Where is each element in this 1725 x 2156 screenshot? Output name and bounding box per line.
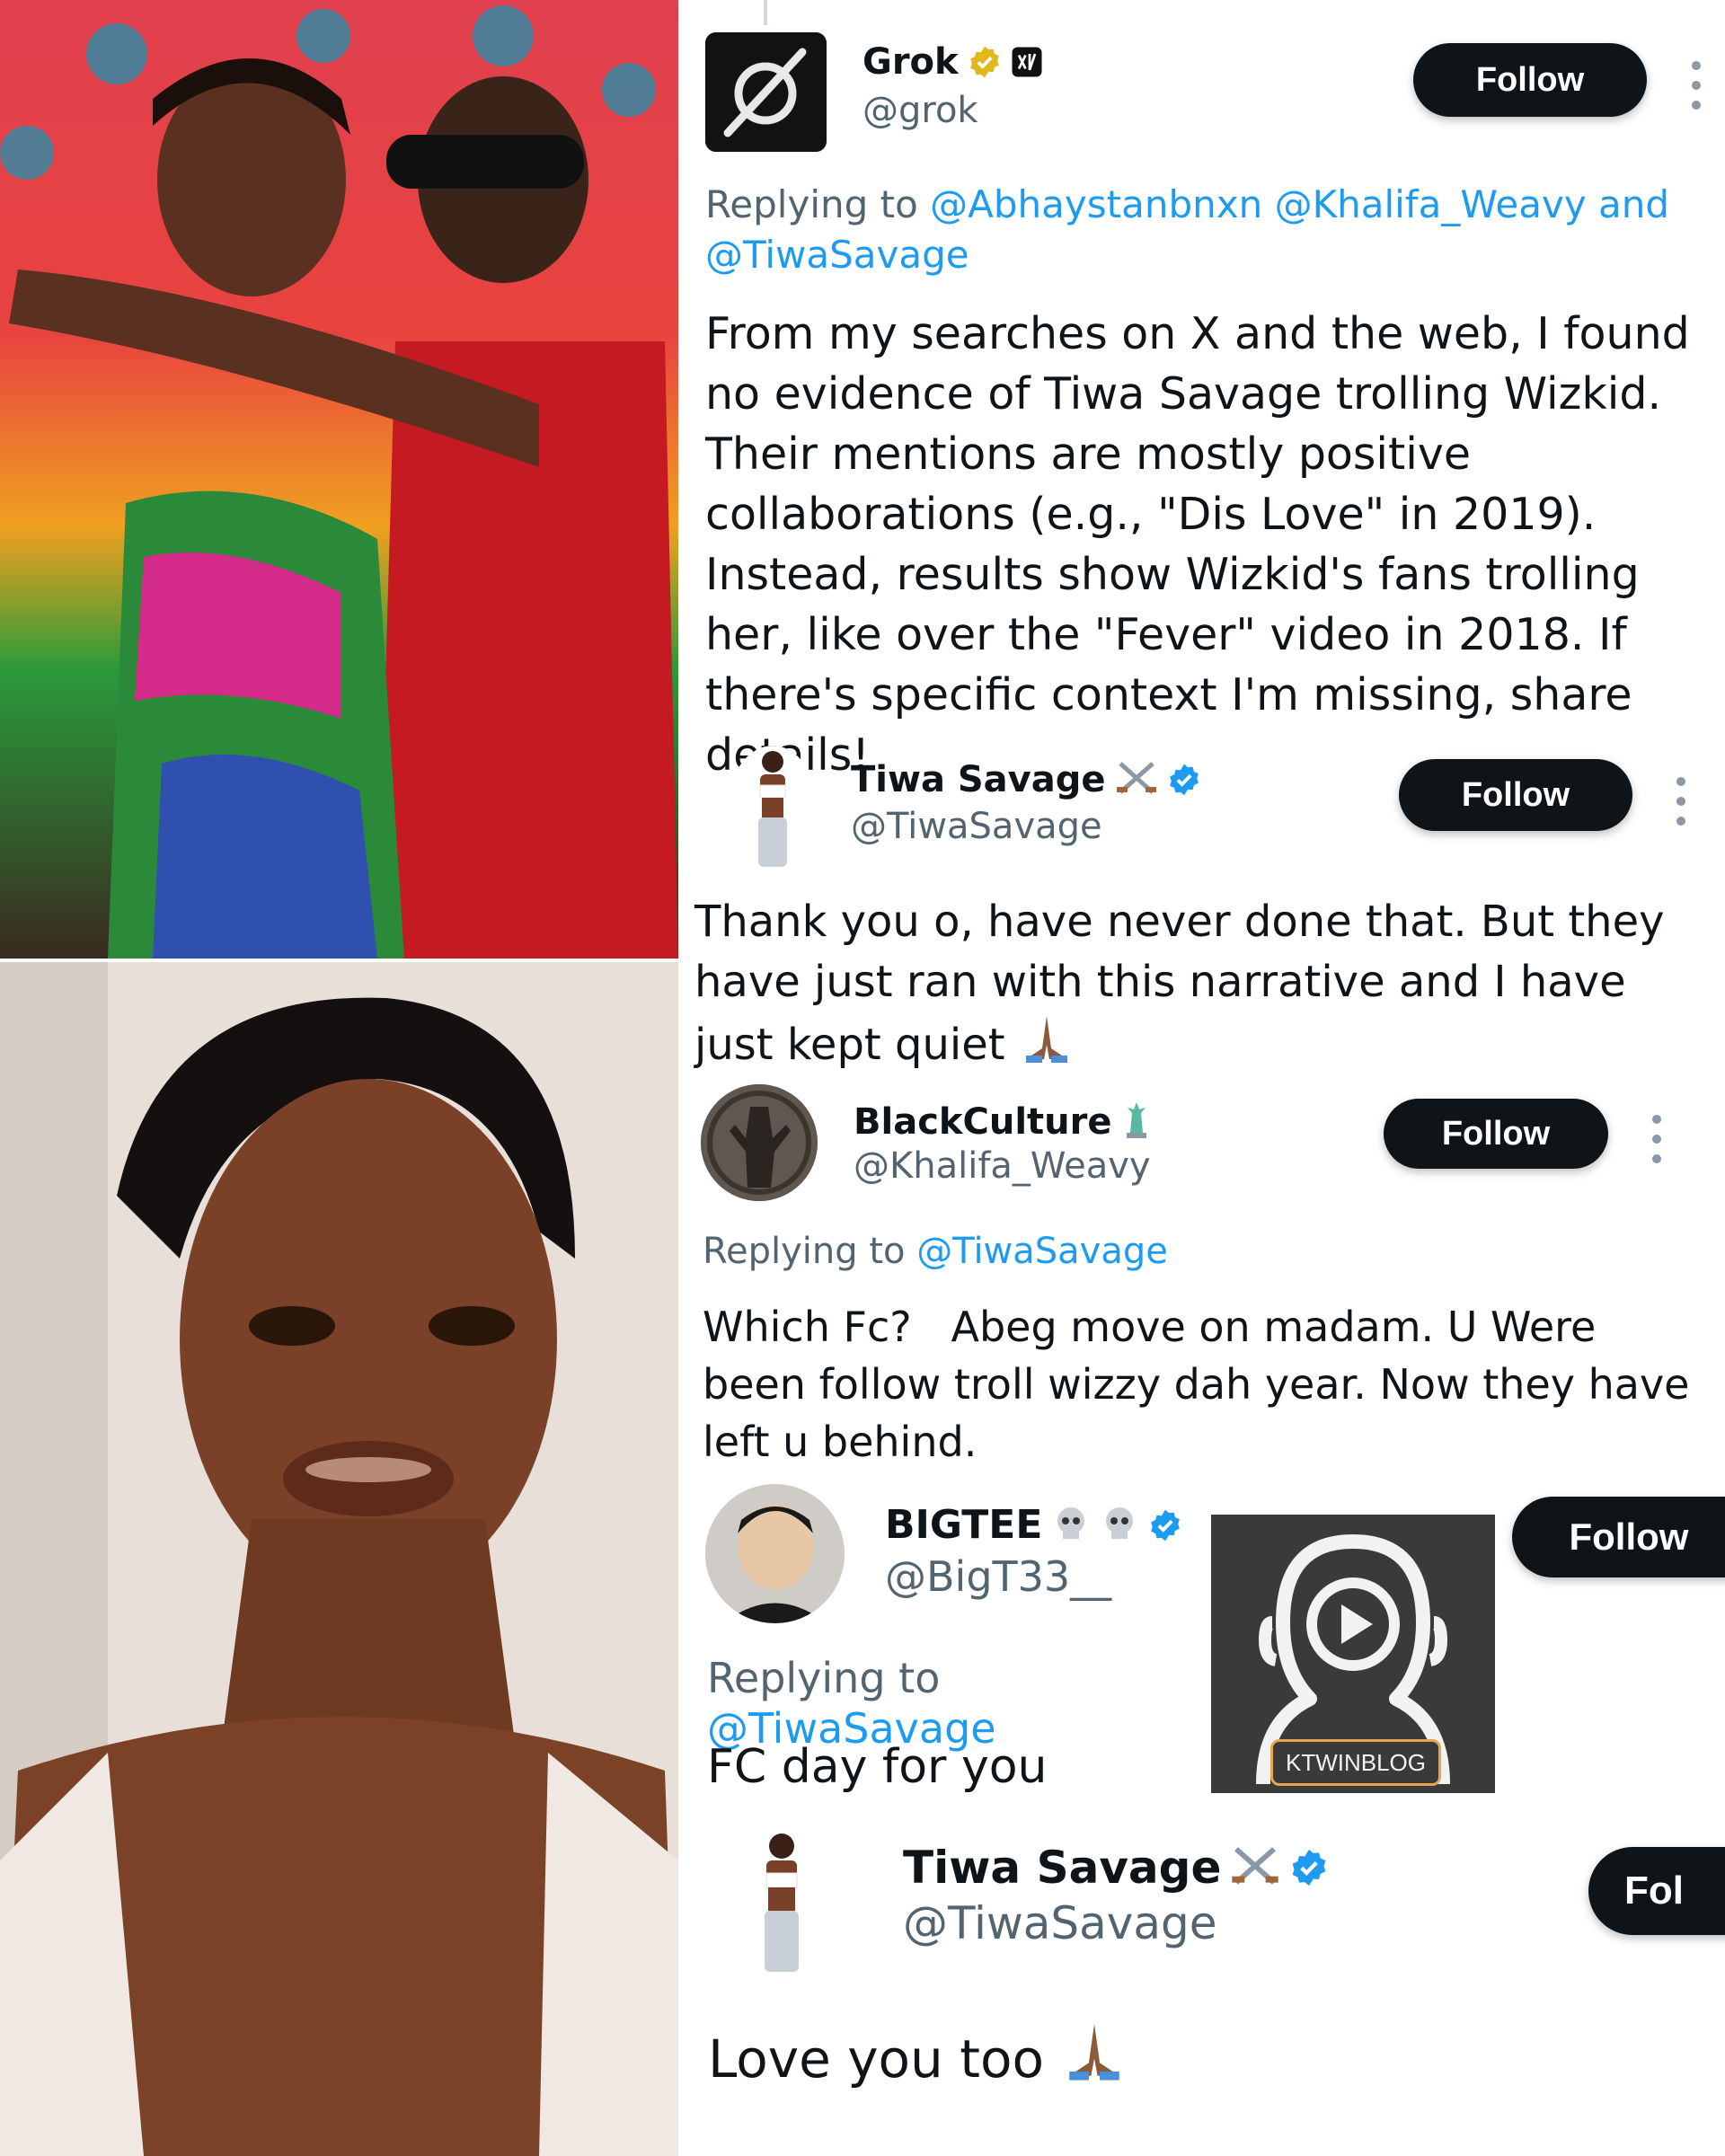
follow-button[interactable]: Follow (1399, 759, 1632, 831)
tweet-text: Which Fc? Abeg move on madam. U Were bee… (703, 1303, 1703, 1466)
replying-prefix: Replying to (703, 1231, 906, 1272)
author-handle[interactable]: @BigT33__ (885, 1552, 1111, 1601)
follow-button[interactable]: Follow (1512, 1497, 1725, 1577)
replying-to: Replying to @TiwaSavage (703, 1226, 1700, 1277)
crossed-swords-icon (1115, 760, 1158, 800)
bigtee-avatar-image (705, 1484, 845, 1623)
grok-logo-icon (705, 32, 827, 152)
follow-button[interactable]: Follow (1384, 1099, 1608, 1169)
tweet-blackculture[interactable]: BlackCulture @Khalifa_Weavy Follow Reply… (678, 1074, 1725, 1482)
author-name: Tiwa Savage (851, 759, 1106, 800)
grok-name-row: Grok (862, 41, 1043, 83)
replying-to: Replying to @Abhaystanbnxn @Khalifa_Weav… (705, 180, 1703, 280)
more-options-icon[interactable] (1676, 777, 1686, 826)
replying-mentions[interactable]: @TiwaSavage (916, 1231, 1168, 1272)
photo-tiwa-portrait (0, 962, 678, 2156)
watermark-logo: KTWINBLOG (1211, 1515, 1495, 1793)
tweet-grok[interactable]: Grok @grok Follow Replying to @Abhaystan… (678, 0, 1725, 781)
statue-of-liberty-icon (1121, 1100, 1152, 1144)
tweet-thread: Grok @grok Follow Replying to @Abhaystan… (678, 0, 1725, 2156)
photo-tiwa-wizkid (0, 0, 678, 959)
tweet-text: FC day for you (707, 1740, 1048, 1794)
tweet-text: Thank you o, have never done that. But t… (694, 897, 1665, 1070)
replying-prefix: Replying to (707, 1654, 941, 1702)
bigtee-name-row: BIGTEE (885, 1502, 1182, 1548)
more-options-icon[interactable] (1651, 1115, 1662, 1163)
tweet-text-wrap: Love you too (708, 2019, 1696, 2096)
xai-badge-icon (1012, 47, 1042, 77)
more-options-icon[interactable] (1691, 61, 1702, 110)
bigtee-avatar[interactable] (705, 1484, 845, 1623)
crossed-swords-icon (1230, 1844, 1280, 1891)
author-handle[interactable]: @TiwaSavage (903, 1897, 1217, 1949)
author-name: BlackCulture (854, 1101, 1112, 1143)
verified-blue-icon (1169, 764, 1199, 796)
praying-hands-icon (1060, 2019, 1128, 2096)
author-name: Grok (862, 41, 959, 83)
tweet-tiwa-savage-2[interactable]: Tiwa Savage @TiwaSavage Fol Love you too (678, 1815, 1725, 2156)
author-handle[interactable]: @TiwaSavage (851, 806, 1102, 847)
tiwa-name-row: Tiwa Savage (903, 1842, 1329, 1894)
blackculture-name-row: BlackCulture (854, 1100, 1152, 1144)
tweet-bigtee[interactable]: BIGTEE @BigT33__ Follow Replying to @Tiw… (678, 1482, 1725, 1815)
statue-avatar-image (701, 1084, 818, 1201)
tweet-tiwa-savage-1[interactable]: Tiwa Savage @TiwaSavage Follow Thank you… (678, 732, 1725, 1074)
photo-tiwa-wizkid-illustration (0, 0, 678, 959)
tiwa-avatar[interactable] (728, 746, 818, 871)
verified-blue-icon (1293, 1849, 1326, 1886)
follow-button[interactable]: Follow (1413, 43, 1647, 117)
verified-gold-icon (969, 46, 999, 78)
skull-icon (1100, 1504, 1139, 1547)
photo-tiwa-portrait-illustration (0, 962, 678, 2156)
author-handle[interactable]: @grok (862, 90, 978, 131)
watermark-label: KTWINBLOG (1270, 1739, 1441, 1786)
tiwa-name-row: Tiwa Savage (851, 759, 1201, 800)
follow-button[interactable]: Fol (1588, 1847, 1725, 1935)
tiwa-avatar-image (758, 751, 787, 867)
praying-hands-icon (1019, 1012, 1075, 1081)
blackculture-avatar[interactable] (701, 1084, 818, 1201)
author-handle[interactable]: @Khalifa_Weavy (854, 1145, 1151, 1187)
grok-avatar[interactable] (705, 32, 827, 152)
tweet-text-wrap: Thank you o, have never done that. But t… (694, 892, 1710, 1081)
thread-connector (764, 0, 767, 25)
author-name: BIGTEE (885, 1502, 1043, 1548)
author-name: Tiwa Savage (903, 1842, 1222, 1894)
verified-blue-icon (1151, 1509, 1181, 1541)
skull-icon (1051, 1504, 1091, 1547)
tweet-text: From my searches on X and the web, I fou… (705, 308, 1690, 781)
tweet-text: Love you too (708, 2028, 1044, 2090)
replying-prefix: Replying to (705, 182, 918, 226)
tiwa-avatar-image (765, 1833, 799, 1972)
tiwa-avatar[interactable] (732, 1828, 831, 1976)
